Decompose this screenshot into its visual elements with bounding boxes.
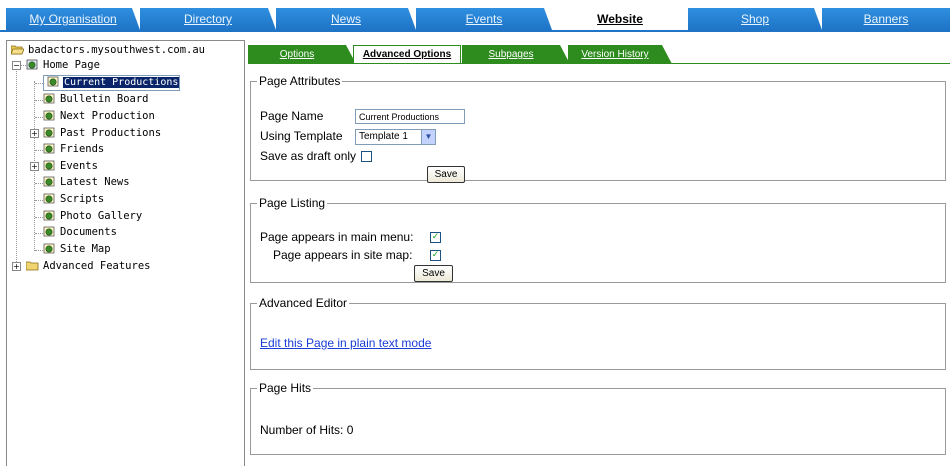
page-hits-panel: Page Hits Number of Hits: 0: [250, 381, 946, 455]
tree-item-label: Next Production: [60, 110, 155, 122]
page-globe-icon: [43, 127, 55, 138]
nav-underline: [0, 30, 950, 32]
tree-connector: [16, 63, 17, 264]
subtab-options[interactable]: Options: [248, 45, 356, 64]
page-listing-panel: Page Listing Page appears in main menu: …: [250, 196, 946, 283]
page-globe-icon: [43, 160, 55, 171]
subtab-subpages[interactable]: Subpages: [462, 45, 570, 64]
tree-root[interactable]: badactors.mysouthwest.com.au: [11, 43, 206, 58]
page-globe-icon: [43, 193, 55, 204]
tree-item-latest-news[interactable]: Latest News: [43, 175, 131, 190]
draft-label: Save as draft only: [260, 149, 357, 163]
save-attributes-button[interactable]: Save: [427, 166, 465, 183]
tab-directory[interactable]: Directory: [140, 8, 276, 30]
tree-item-friends[interactable]: Friends: [43, 142, 105, 157]
tree-item-past-productions[interactable]: Past Productions: [43, 126, 162, 141]
tab-news[interactable]: News: [276, 8, 416, 30]
tree-connector: [35, 150, 43, 151]
tree-connector: [35, 83, 43, 84]
tree-item-label: Latest News: [60, 176, 130, 188]
advanced-editor-legend: Advanced Editor: [259, 296, 348, 310]
subtab-advanced-options[interactable]: Advanced Options: [353, 45, 461, 64]
tab-banners[interactable]: Banners: [822, 8, 950, 30]
tree-item-advanced-features[interactable]: Advanced Features: [26, 259, 151, 274]
advanced-editor-panel: Advanced Editor Edit this Page in plain …: [250, 296, 946, 370]
main-menu-checkbox[interactable]: ✓: [430, 232, 441, 243]
page-globe-icon: [43, 93, 55, 104]
tree-item-events[interactable]: Events: [43, 159, 99, 174]
tree-connector: [35, 217, 43, 218]
subtab-version-history[interactable]: Version History: [568, 45, 672, 64]
page-globe-icon: [43, 143, 55, 154]
template-select[interactable]: Template 1 ▼: [355, 129, 436, 145]
tree-connector: [35, 200, 43, 201]
tree-item-home-page[interactable]: Home Page: [26, 58, 101, 73]
subtab-underline: [248, 63, 950, 64]
page-name-label: Page Name: [260, 109, 324, 123]
page-globe-icon: [43, 210, 55, 221]
template-label: Using Template: [260, 129, 343, 143]
page-globe-icon: [47, 76, 59, 87]
tree-item-documents[interactable]: Documents: [43, 225, 118, 240]
expand-toggle[interactable]: +: [30, 129, 39, 138]
tree-connector: [35, 250, 43, 251]
folder-icon: [26, 261, 39, 271]
tab-website[interactable]: Website: [552, 8, 688, 30]
tree-item-site-map[interactable]: Site Map: [43, 242, 112, 257]
tree-item-label: Photo Gallery: [60, 210, 143, 222]
hits-count: Number of Hits: 0: [260, 423, 354, 437]
page-name-input[interactable]: Current Productions: [355, 109, 465, 124]
page-hits-legend: Page Hits: [259, 381, 312, 395]
page-listing-legend: Page Listing: [259, 196, 326, 210]
tree-connector: [35, 100, 43, 101]
tree-item-scripts[interactable]: Scripts: [43, 192, 105, 207]
tab-events[interactable]: Events: [416, 8, 552, 30]
page-attributes-legend: Page Attributes: [259, 74, 341, 88]
tree-item-label: Past Productions: [60, 127, 162, 139]
tree-item-photo-gallery[interactable]: Photo Gallery: [43, 209, 143, 224]
expand-toggle[interactable]: +: [12, 262, 21, 271]
expand-toggle[interactable]: +: [30, 162, 39, 171]
tree-root-label: badactors.mysouthwest.com.au: [28, 44, 206, 56]
tree-item-label: Home Page: [43, 59, 100, 71]
tree-item-label: Bulletin Board: [60, 93, 149, 105]
site-map-checkbox[interactable]: ✓: [430, 250, 441, 261]
tree-connector: [35, 117, 43, 118]
template-select-value: Template 1: [359, 131, 408, 142]
save-listing-button[interactable]: Save: [414, 265, 453, 282]
tab-my-organisation[interactable]: My Organisation: [6, 8, 140, 30]
tree-item-label: Current Productions: [63, 77, 180, 88]
tree-connector: [35, 233, 43, 234]
tree-item-label: Friends: [60, 143, 105, 155]
tree-connector: [35, 183, 43, 184]
page-tree: badactors.mysouthwest.com.au − Home Page…: [6, 40, 245, 466]
top-navigation: My Organisation Directory News Events We…: [0, 0, 950, 40]
site-map-label: Page appears in site map:: [273, 248, 413, 262]
folder-open-icon: [11, 45, 24, 55]
tree-item-label: Events: [60, 160, 98, 172]
tree-item-next-production[interactable]: Next Production: [43, 109, 156, 124]
page-globe-icon: [43, 226, 55, 237]
page-globe-icon: [43, 110, 55, 121]
edit-plain-text-link[interactable]: Edit this Page in plain text mode: [260, 336, 431, 350]
chevron-down-icon: ▼: [421, 130, 435, 144]
tree-item-label: Advanced Features: [43, 260, 151, 272]
tree-item-label: Scripts: [60, 193, 105, 205]
draft-checkbox[interactable]: [361, 151, 372, 162]
page-globe-icon: [43, 243, 55, 254]
tab-shop[interactable]: Shop: [688, 8, 822, 30]
tree-item-label: Documents: [60, 226, 117, 238]
page-attributes-panel: Page Attributes Page Name Current Produc…: [250, 74, 946, 183]
page-globe-icon: [43, 176, 55, 187]
tree-item-current-productions[interactable]: Current Productions: [43, 75, 181, 91]
page-globe-icon: [26, 59, 38, 70]
collapse-toggle[interactable]: −: [12, 61, 21, 70]
tree-item-label: Site Map: [60, 243, 111, 255]
tree-item-bulletin-board[interactable]: Bulletin Board: [43, 92, 150, 107]
main-menu-label: Page appears in main menu:: [260, 230, 414, 244]
